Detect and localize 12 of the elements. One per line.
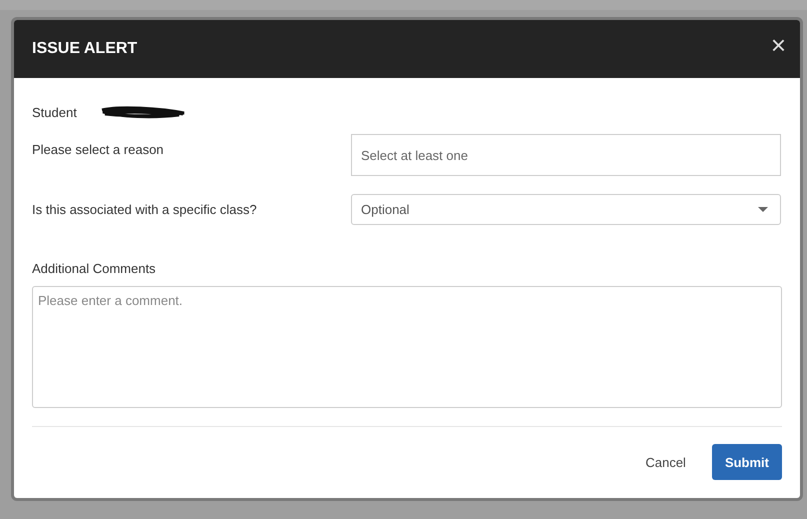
field-label: Additional Comments <box>32 261 157 276</box>
class-select[interactable]: Optional <box>351 194 781 225</box>
cancel-button[interactable]: Cancel <box>645 454 686 470</box>
dialog-title: ISSUE ALERT <box>32 40 138 58</box>
submit-button[interactable]: Submit <box>712 444 782 480</box>
caret-icon <box>758 207 768 212</box>
reason-field[interactable]: Select at least one <box>351 134 781 176</box>
comment-field[interactable]: Please enter a comment. <box>32 286 782 408</box>
field-label: Is this associated with a specific class? <box>32 202 258 217</box>
close-button[interactable]: × <box>770 32 786 58</box>
field-label: Student <box>32 104 77 120</box>
field-label: Please select a reason <box>32 142 165 157</box>
